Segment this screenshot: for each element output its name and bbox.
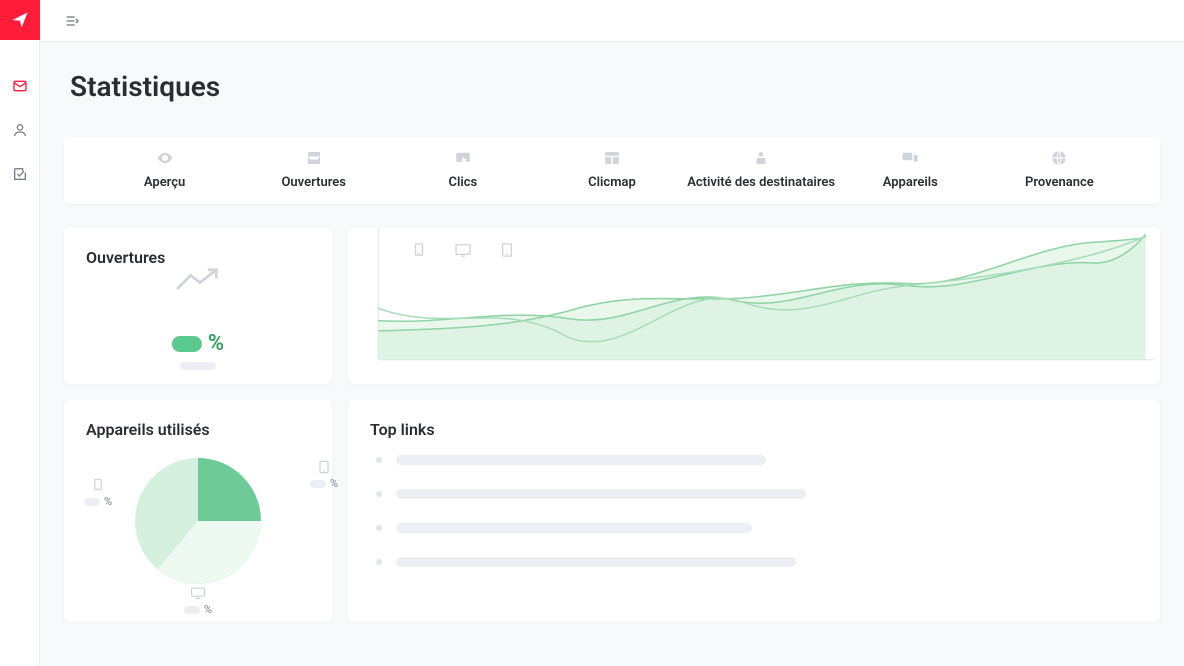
open-rate-stat: % xyxy=(172,331,224,370)
topbar xyxy=(40,0,1184,42)
tab-label: Clics xyxy=(448,175,477,190)
card-ouvertures: Ouvertures % xyxy=(64,228,332,384)
area-chart xyxy=(372,228,1154,362)
list-item xyxy=(376,557,1138,567)
card-title: Ouvertures xyxy=(86,248,310,267)
eye-icon xyxy=(156,149,174,167)
percent-symbol: % xyxy=(208,331,224,356)
tabs-card: Aperçu Ouvertures Clics Clicmap Activité… xyxy=(64,137,1160,204)
sidebar xyxy=(0,0,40,666)
logo[interactable] xyxy=(0,0,40,40)
device-stat-desktop: % xyxy=(184,586,212,616)
list-item xyxy=(376,523,1138,533)
tab-activite[interactable]: Activité des destinataires xyxy=(687,149,836,190)
tab-label: Provenance xyxy=(1025,175,1094,190)
device-stat-tablet: % xyxy=(310,460,338,490)
globe-icon xyxy=(1050,149,1068,167)
tab-label: Activité des destinataires xyxy=(687,175,835,190)
tab-clicmap[interactable]: Clicmap xyxy=(537,149,686,190)
tab-clics[interactable]: Clics xyxy=(388,149,537,190)
pie-chart xyxy=(135,458,261,588)
menu-toggle-icon[interactable] xyxy=(64,13,80,29)
tab-provenance[interactable]: Provenance xyxy=(985,149,1134,190)
person-icon xyxy=(752,149,770,167)
tab-label: Clicmap xyxy=(588,175,636,190)
page-title: Statistiques xyxy=(70,70,1160,103)
tab-label: Aperçu xyxy=(144,175,185,190)
device-stat-mobile: % xyxy=(84,478,112,508)
sidebar-item-contact[interactable] xyxy=(8,118,32,142)
skeleton-bar xyxy=(180,362,216,370)
sidebar-item-mail[interactable] xyxy=(8,74,32,98)
card-title: Appareils utilisés xyxy=(86,420,310,439)
tab-apercu[interactable]: Aperçu xyxy=(90,149,239,190)
list-item xyxy=(376,455,1138,465)
card-chart xyxy=(348,228,1160,384)
card-title: Top links xyxy=(370,420,1138,439)
card-top-links: Top links xyxy=(348,400,1160,622)
card-devices: Appareils utilisés % % xyxy=(64,400,332,622)
tab-label: Appareils xyxy=(883,175,938,190)
pointer-icon xyxy=(454,149,472,167)
tab-appareils[interactable]: Appareils xyxy=(836,149,985,190)
trend-up-icon xyxy=(176,266,220,296)
devices-icon xyxy=(901,149,919,167)
inbox-icon xyxy=(305,149,323,167)
stat-pill xyxy=(172,336,202,352)
sidebar-item-check[interactable] xyxy=(8,162,32,186)
list-item xyxy=(376,489,1138,499)
layout-icon xyxy=(603,149,621,167)
tab-ouvertures[interactable]: Ouvertures xyxy=(239,149,388,190)
tab-label: Ouvertures xyxy=(281,175,346,190)
